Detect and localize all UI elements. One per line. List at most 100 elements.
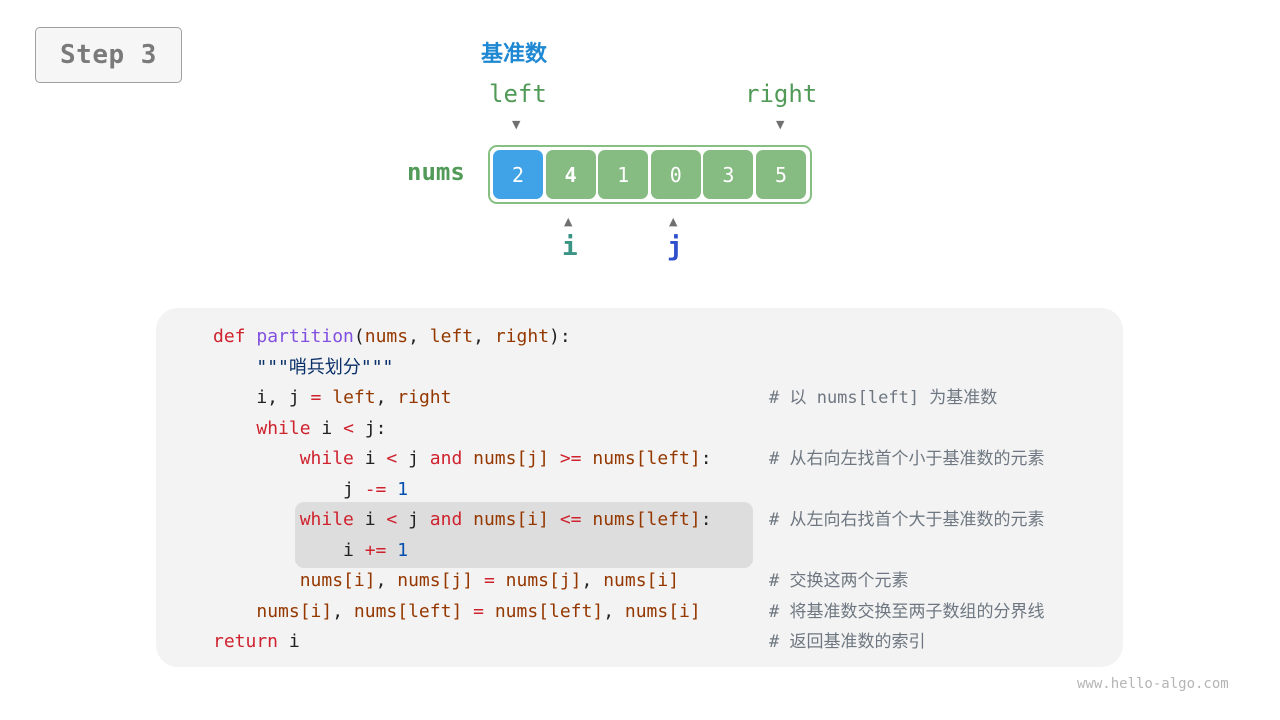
- j-pointer-label: j: [667, 232, 683, 262]
- code-token: and: [429, 509, 463, 530]
- code-line: while i < j:: [213, 414, 386, 444]
- code-token: while: [299, 509, 354, 530]
- left-pointer-label: left: [489, 80, 547, 108]
- right-pointer-label: right: [745, 80, 818, 108]
- step-indicator: Step 3: [35, 27, 182, 83]
- code-token: j: [397, 509, 430, 530]
- code-comment: # 交换这两个元素: [769, 571, 909, 591]
- code-token: 1: [397, 478, 409, 500]
- code-token: nums[i]: [473, 509, 549, 530]
- left-arrow-down-icon: ▼: [512, 118, 521, 131]
- code-token: nums[left]: [592, 509, 701, 530]
- code-token: i: [278, 631, 300, 652]
- code-token: ,: [473, 326, 495, 347]
- code-token: nums[j]: [397, 570, 474, 591]
- code-token: and: [429, 448, 463, 469]
- code-token: nums[left]: [494, 600, 604, 622]
- code-token: =: [473, 600, 484, 622]
- code-token: nums[left]: [592, 448, 701, 469]
- j-arrow-up-icon: ▲: [669, 215, 678, 228]
- code-comment: # 返回基准数的索引: [769, 632, 926, 652]
- code-token: =: [483, 570, 495, 591]
- code-token: j: [213, 478, 365, 500]
- code-line: i += 1: [213, 536, 408, 566]
- code-token: ,: [375, 570, 398, 591]
- code-token: def: [213, 326, 246, 347]
- code-line: nums[i], nums[left] = nums[left], nums[i…: [213, 597, 701, 627]
- code-token: -=: [364, 478, 387, 500]
- code-token: <: [386, 448, 398, 469]
- code-token: left: [429, 326, 474, 347]
- code-token: while: [256, 417, 311, 439]
- code-comment: # 将基准数交换至两子数组的分界线: [769, 601, 1045, 622]
- code-token: right: [494, 326, 550, 347]
- code-line: j -= 1: [213, 475, 408, 505]
- code-token: left: [332, 387, 376, 408]
- code-token: <: [386, 509, 398, 530]
- watermark: www.hello-algo.com: [1077, 676, 1229, 692]
- code-token: while: [299, 448, 354, 469]
- array-cell: 5: [756, 150, 806, 199]
- array-name-label: nums: [407, 158, 465, 186]
- code-token: i: [310, 417, 344, 439]
- i-arrow-up-icon: ▲: [564, 215, 573, 228]
- code-comment: # 以 nums[left] 为基准数: [769, 388, 998, 408]
- code-token: ,: [581, 570, 604, 591]
- code-line: return i: [213, 627, 300, 657]
- code-line: while i < j and nums[i] <= nums[left]:: [213, 505, 712, 535]
- code-token: """哨兵划分""": [256, 356, 394, 378]
- code-comment: # 从右向左找首个小于基准数的元素: [769, 449, 1045, 469]
- code-line: i, j = left, right: [213, 383, 451, 413]
- code-token: nums[j]: [505, 570, 582, 591]
- code-token: ,: [408, 326, 430, 347]
- code-token: ,: [603, 600, 625, 622]
- array-cell: 1: [598, 150, 649, 199]
- code-token: +=: [364, 539, 387, 561]
- code-token: nums[left]: [353, 600, 463, 622]
- code-token: ,: [332, 600, 354, 622]
- code-token: 1: [397, 539, 409, 561]
- code-comment: # 从左向右找首个大于基准数的元素: [769, 510, 1045, 530]
- code-token: j: [397, 448, 430, 469]
- code-token: ):: [549, 326, 571, 347]
- code-token: i: [213, 539, 365, 561]
- code-token: i: [353, 509, 387, 530]
- code-token: i, j: [213, 387, 311, 408]
- code-token: nums[i]: [624, 600, 701, 622]
- code-token: i: [353, 448, 387, 469]
- array-cell: 4: [545, 150, 596, 199]
- code-token: =: [310, 387, 322, 408]
- code-token: partition: [256, 326, 354, 347]
- code-token: (: [353, 326, 365, 347]
- code-line: nums[i], nums[j] = nums[j], nums[i]: [213, 566, 679, 596]
- code-token: return: [213, 631, 279, 652]
- code-line: """哨兵划分""": [213, 353, 393, 383]
- code-line: def partition(nums, left, right):: [213, 322, 571, 352]
- right-arrow-down-icon: ▼: [776, 118, 785, 131]
- code-token: >=: [559, 448, 582, 469]
- array-cell: 0: [650, 150, 701, 199]
- code-token: nums[i]: [299, 570, 376, 591]
- code-token: j:: [353, 417, 387, 439]
- code-token: <: [343, 417, 354, 439]
- code-token: ,: [375, 387, 398, 408]
